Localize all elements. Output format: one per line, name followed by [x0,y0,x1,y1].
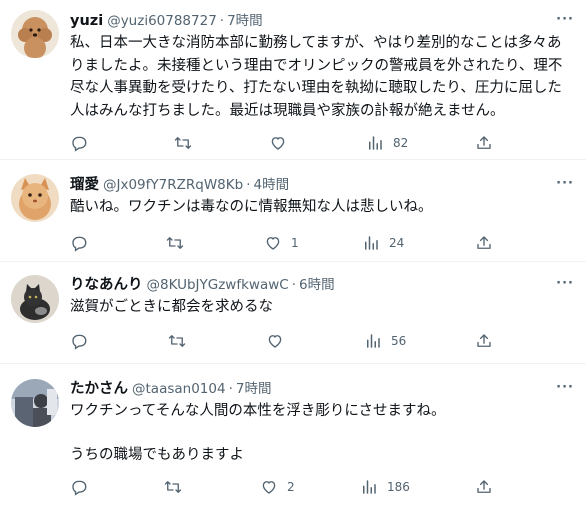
reply-button[interactable] [70,133,88,153]
views-icon [367,334,380,348]
reply-button[interactable] [70,331,88,351]
tweet-actions: 1 24 [70,233,576,253]
likes-count: 2 [287,480,295,494]
views-icon [369,136,382,150]
retweet-button[interactable] [174,133,192,153]
more-options-icon[interactable]: ··· [556,12,574,27]
retweet-button[interactable] [166,233,184,253]
views-button[interactable]: 24 [362,233,404,253]
tweet-header: 瑠愛 @Jx09fY7RZRqW8Kb · 4時間 [70,176,572,194]
tweet-actions: 56 [70,331,576,351]
user-handle[interactable]: @8KUbJYGzwfkwawC [147,276,289,294]
like-icon [268,335,282,348]
share-icon [477,236,491,249]
reply-icon [72,236,87,252]
like-button[interactable] [266,331,284,351]
avatar[interactable] [11,379,59,427]
reply-icon [72,334,87,350]
share-button[interactable] [475,331,493,351]
timestamp[interactable]: 7時間 [236,380,272,398]
poodle-avatar-icon [11,10,59,58]
retweet-button[interactable] [164,477,182,497]
views-icon [363,480,376,494]
more-options-icon[interactable]: ··· [556,176,574,191]
share-icon [477,136,491,149]
share-icon [477,334,491,347]
tweet[interactable]: たかさん @taasan0104 · 7時間 ··· ワクチンってそんな人間の本… [0,364,586,507]
timestamp[interactable]: 7時間 [227,12,263,30]
views-icon [365,236,378,250]
avatar[interactable] [11,275,59,323]
display-name[interactable]: yuzi [70,12,103,30]
share-icon [477,480,491,493]
share-button[interactable] [475,477,493,497]
retweet-icon [174,137,192,149]
tweet-text: 酷いね。ワクチンは毒なのに情報無知な人は悲しいね。 [70,199,433,215]
reply-button[interactable] [70,477,88,497]
tweet-actions: 82 [70,133,576,153]
views-count: 82 [393,136,409,150]
like-button[interactable]: 2 [260,477,295,497]
share-button[interactable] [475,233,493,253]
black-cat-avatar-icon [11,275,59,323]
tweet-header: たかさん @taasan0104 · 7時間 [70,380,572,398]
like-icon [262,481,276,494]
views-count: 186 [387,480,410,494]
like-button[interactable] [269,133,287,153]
views-count: 24 [389,236,405,250]
display-name[interactable]: 瑠愛 [70,176,99,194]
views-button[interactable]: 186 [360,477,410,497]
separator-dot: · [228,381,233,397]
share-button[interactable] [475,133,493,153]
reply-icon [72,480,87,496]
reply-icon [72,136,87,152]
timestamp[interactable]: 4時間 [253,176,289,194]
avatar[interactable] [11,10,59,58]
like-icon [266,237,280,250]
retweet-icon [166,237,184,249]
tweet-text: 滋賀がごときに都会を求めるな [70,299,273,315]
tweet-header: yuzi @yuzi60788727 · 7時間 [70,12,572,30]
photo-avatar-icon [11,379,59,427]
likes-count: 1 [291,236,299,250]
tweet[interactable]: りなあんり @8KUbJYGzwfkwawC · 6時間 ··· 滋賀がごときに… [0,262,586,364]
display-name[interactable]: りなあんり [70,276,143,294]
avatar[interactable] [11,174,59,222]
reply-button[interactable] [70,233,88,253]
timestamp[interactable]: 6時間 [299,276,335,294]
tweet-text: 私、日本一大きな消防本部に勤務してますが、やはり差別的なことは多々ありましたよ。… [70,35,563,119]
display-name[interactable]: たかさん [70,380,128,398]
tweet-header: りなあんり @8KUbJYGzwfkwawC · 6時間 [70,276,572,294]
user-handle[interactable]: @yuzi60788727 [107,12,217,30]
tweet[interactable]: yuzi @yuzi60788727 · 7時間 ··· 私、日本一大きな消防本… [0,0,586,160]
reply-feed: yuzi @yuzi60788727 · 7時間 ··· 私、日本一大きな消防本… [0,0,586,507]
cat-avatar-icon [11,174,59,222]
retweet-button[interactable] [168,331,186,351]
user-handle[interactable]: @taasan0104 [132,380,226,398]
more-options-icon[interactable]: ··· [556,380,574,395]
separator-dot: · [219,13,225,29]
tweet-text: ワクチンってそんな人間の本性を浮き彫りにさせますね。 うちの職場でもありますよ [70,403,446,463]
tweet-actions: 2 186 [70,477,576,497]
separator-dot: · [291,277,296,293]
views-count: 56 [391,334,407,348]
more-options-icon[interactable]: ··· [556,276,574,291]
like-icon [271,137,285,150]
user-handle[interactable]: @Jx09fY7RZRqW8Kb [103,176,243,194]
separator-dot: · [246,177,251,193]
retweet-icon [168,335,186,347]
views-button[interactable]: 82 [366,133,408,153]
tweet[interactable]: 瑠愛 @Jx09fY7RZRqW8Kb · 4時間 ··· 酷いね。ワクチンは毒… [0,160,586,262]
views-button[interactable]: 56 [364,331,406,351]
like-button[interactable]: 1 [264,233,299,253]
retweet-icon [164,481,182,493]
